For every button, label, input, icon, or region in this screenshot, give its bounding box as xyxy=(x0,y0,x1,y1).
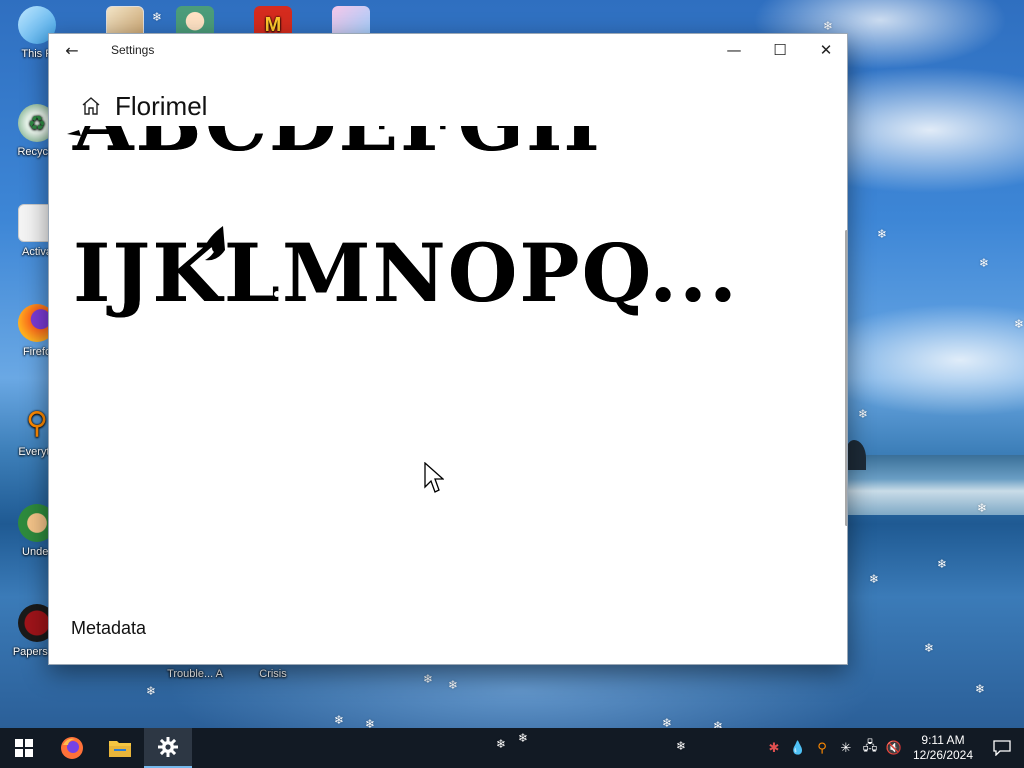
snowflake-icon: ❄ xyxy=(518,731,529,745)
home-icon xyxy=(82,97,100,115)
taskbar-settings[interactable] xyxy=(144,728,192,768)
clock-date: 12/26/2024 xyxy=(912,748,974,762)
minimize-icon: — xyxy=(726,41,742,59)
firefox-icon xyxy=(61,737,83,759)
snowflake-icon: ❄ xyxy=(979,256,990,270)
back-arrow-icon: ← xyxy=(65,40,79,60)
snowflake-icon: ❄ xyxy=(662,716,673,728)
page-header: Florimel xyxy=(49,86,847,126)
taskbar-firefox[interactable] xyxy=(48,728,96,768)
snowflake-icon: ❄ xyxy=(977,501,988,515)
wallpaper-sea xyxy=(848,455,1024,515)
snowflake-icon: ❄ xyxy=(1014,317,1024,331)
snowflake-icon: ❄ xyxy=(869,572,880,586)
taskbar-file-explorer[interactable] xyxy=(96,728,144,768)
desktop-icon-trouble[interactable]: Trouble... A xyxy=(160,668,230,680)
minimize-button[interactable]: — xyxy=(711,34,757,66)
window-controls: — ☐ ✕ xyxy=(711,34,847,66)
window-title: Settings xyxy=(111,43,155,57)
title-bar[interactable]: ← Settings — ☐ ✕ xyxy=(49,34,847,66)
snowflake-icon: ❄ xyxy=(365,717,376,728)
snowflake-icon: ❄ xyxy=(448,678,459,692)
settings-gear-icon xyxy=(158,737,178,757)
snowflake-icon: ❄ xyxy=(152,10,163,24)
snowflake-icon: ❄ xyxy=(924,641,935,655)
desktop-icon-crisis[interactable]: Crisis xyxy=(238,668,308,680)
clock[interactable]: 9:11 AM 12/26/2024 xyxy=(906,733,980,763)
snowflake-icon: ❄ xyxy=(858,407,869,421)
font-sample-line: IJKLMNOPQ... xyxy=(73,226,739,320)
start-button[interactable] xyxy=(0,728,48,768)
snowflake-icon[interactable]: ✳ xyxy=(834,728,858,768)
snowflake-icon: ❄ xyxy=(713,719,724,728)
maximize-icon: ☐ xyxy=(773,41,787,59)
search-tray-icon[interactable]: ⚲ xyxy=(810,728,834,768)
close-button[interactable]: ✕ xyxy=(803,34,847,66)
snowflake-icon: ❄ xyxy=(496,737,507,751)
mouse-cursor-icon xyxy=(424,462,444,493)
wallpaper-rock xyxy=(846,440,866,470)
desktop-icon-label: Crisis xyxy=(259,668,287,680)
windows-start-icon xyxy=(15,739,33,757)
people-icon[interactable]: ✱ xyxy=(762,728,786,768)
snowflake-icon: ❄ xyxy=(146,684,157,698)
snowflake-icon: ❄ xyxy=(877,227,888,241)
file-explorer-icon xyxy=(109,741,131,757)
home-button[interactable] xyxy=(67,96,115,116)
system-tray: ✱ 💧 ⚲ ✳ 🖧 🔇 9:11 AM 12/26/2024 xyxy=(762,728,1024,768)
snowflake-icon: ❄ xyxy=(676,739,687,753)
taskbar: ❄ ❄ ❄ ✱ 💧 ⚲ ✳ 🖧 🔇 9:11 AM 12/26/2024 xyxy=(0,728,1024,768)
notification-icon xyxy=(993,740,1011,756)
scrollbar-thumb[interactable] xyxy=(845,230,847,526)
desktop-icon-label: Trouble... A xyxy=(167,668,223,680)
snowflake-icon: ❄ xyxy=(937,557,948,571)
snowflake-icon: ❄ xyxy=(334,713,345,727)
metadata-heading: Metadata xyxy=(71,618,147,638)
settings-window: ← Settings — ☐ ✕ Florimel ABCDEFGH IJKLM… xyxy=(48,33,848,665)
close-icon: ✕ xyxy=(819,41,833,59)
snowflake-icon: ❄ xyxy=(823,19,834,33)
snowflake-icon: ❄ xyxy=(423,672,434,686)
desktop-icon-label: Firefo xyxy=(22,346,52,358)
page-title: Florimel xyxy=(115,90,208,121)
font-sample-line: ABCDEFGH xyxy=(73,126,602,169)
snowflake-icon: ❄ xyxy=(975,682,986,696)
volume-muted-icon[interactable]: 🔇 xyxy=(882,728,906,768)
notification-center-button[interactable] xyxy=(980,728,1024,768)
maximize-button[interactable]: ☐ xyxy=(757,34,803,66)
back-button[interactable]: ← xyxy=(49,34,95,66)
network-icon[interactable]: 🖧 xyxy=(858,728,882,768)
clock-time: 9:11 AM xyxy=(921,733,965,747)
font-sample-text: ABCDEFGH xyxy=(73,126,602,169)
font-sample-text: IJKLMNOPQ... xyxy=(73,226,739,320)
water-drop-icon[interactable]: 💧 xyxy=(786,728,810,768)
